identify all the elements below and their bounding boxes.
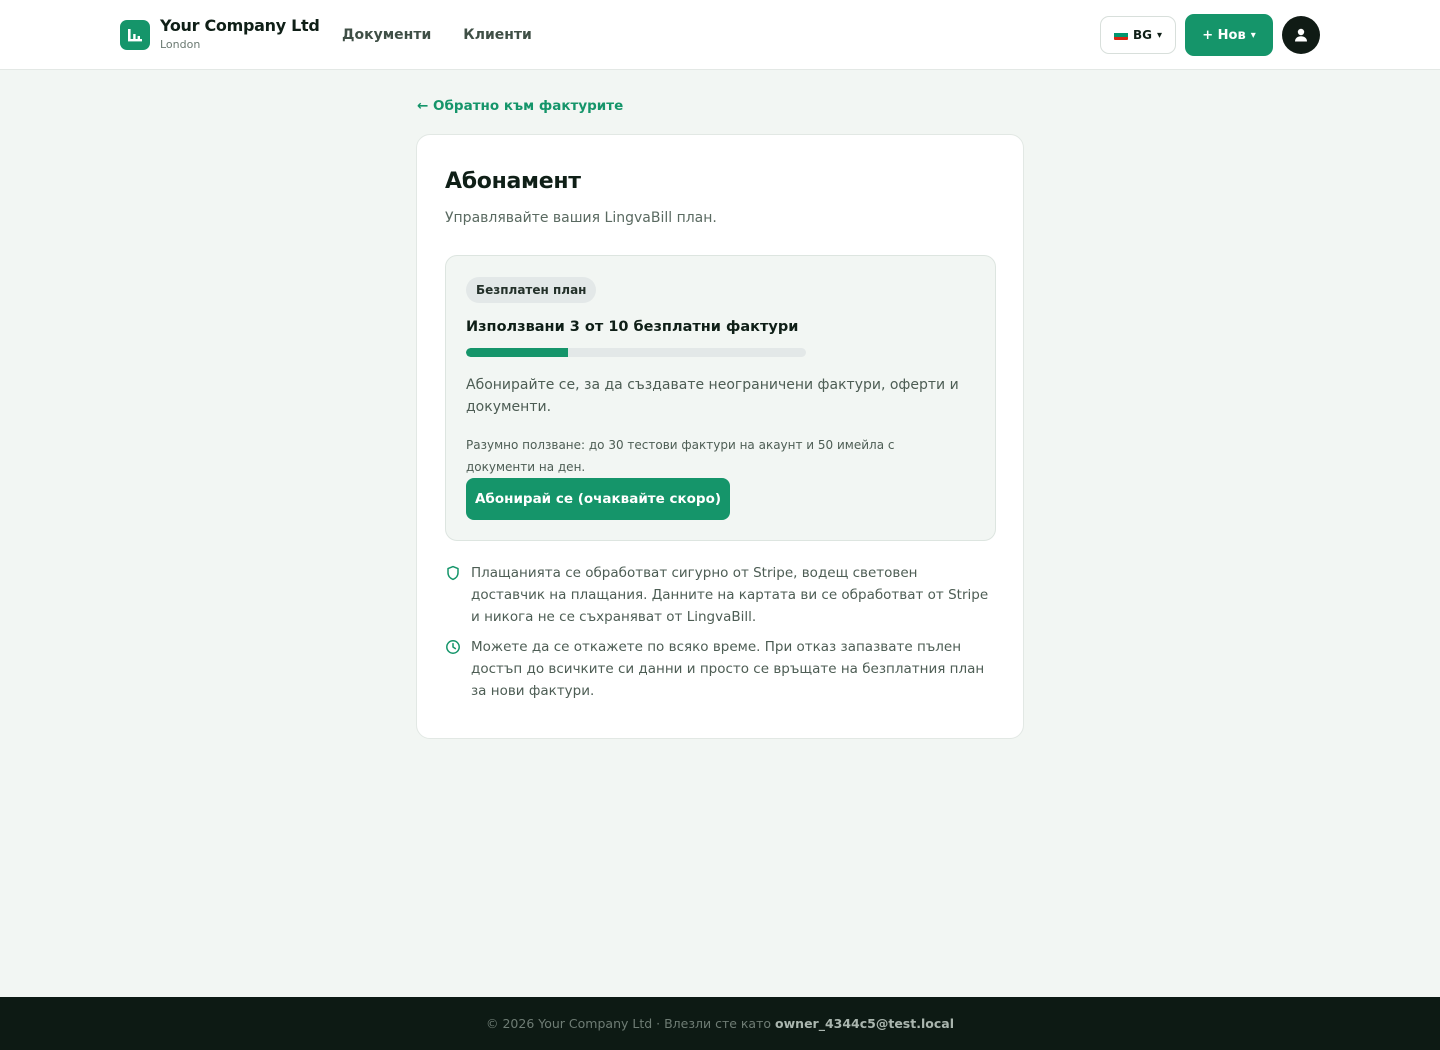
info-row-cancel: Можете да се откажете по всяко време. Пр… [445, 636, 993, 702]
chevron-down-icon: ▾ [1250, 29, 1256, 41]
security-info-text: Плащанията се обработват сигурно от Stri… [471, 565, 989, 625]
back-to-invoices-link[interactable]: ← Обратно към фактурите [417, 96, 623, 116]
main-nav: Документи Клиенти [342, 26, 532, 44]
new-document-button[interactable]: + Нов ▾ [1185, 14, 1273, 56]
company-city: London [160, 38, 201, 51]
new-button-label: + Нов [1202, 27, 1246, 43]
usage-progress-bar [466, 348, 806, 357]
page-subtitle: Управлявайте вашия LingvaBill план. [445, 210, 717, 226]
plan-badge: Безплатен план [466, 277, 597, 303]
clock-icon [446, 640, 460, 654]
cancel-info-text: Можете да се откажете по всяко време. Пр… [471, 639, 985, 699]
fair-use-note: Разумно ползване: до 30 тестови фактури … [466, 438, 895, 474]
chevron-down-icon: ▾ [1156, 29, 1163, 41]
info-row-security: Плащанията се обработват сигурно от Stri… [445, 562, 993, 628]
nav-clients-link[interactable]: Клиенти [463, 26, 532, 44]
language-selector[interactable]: BG ▾ [1100, 16, 1176, 54]
shield-icon [447, 565, 459, 581]
company-logo-icon [120, 20, 150, 50]
plan-usage-text: Използвани 3 от 10 безплатни фактури [466, 319, 799, 335]
subscription-card: Абонамент Управлявайте вашия LingvaBill … [416, 134, 1024, 739]
top-header: Your Company Ltd London Документи Клиент… [0, 0, 1440, 70]
language-code: BG [1132, 28, 1152, 42]
page-title: Абонамент [445, 169, 581, 194]
bulgaria-flag-icon [1113, 30, 1128, 40]
subscribe-button[interactable]: Абонирай се (очаквайте скоро) [466, 478, 730, 520]
usage-progress-fill [466, 348, 568, 357]
nav-documents-link[interactable]: Документи [342, 26, 431, 44]
footer-text: © 2026 Your Company Ltd · Влезли сте кат… [486, 1016, 772, 1031]
company-brand[interactable]: Your Company Ltd London [120, 17, 320, 53]
page-footer: © 2026 Your Company Ltd · Влезли сте кат… [0, 997, 1440, 1050]
user-avatar-button[interactable] [1282, 16, 1320, 54]
company-name: Your Company Ltd [160, 16, 320, 35]
plan-panel: Безплатен план Използвани 3 от 10 безпла… [445, 255, 996, 541]
user-icon [1295, 28, 1307, 42]
plan-description: Абонирайте се, за да създавате неогранич… [466, 377, 959, 415]
footer-user-email: owner_4344c5@test.local [775, 1016, 954, 1031]
